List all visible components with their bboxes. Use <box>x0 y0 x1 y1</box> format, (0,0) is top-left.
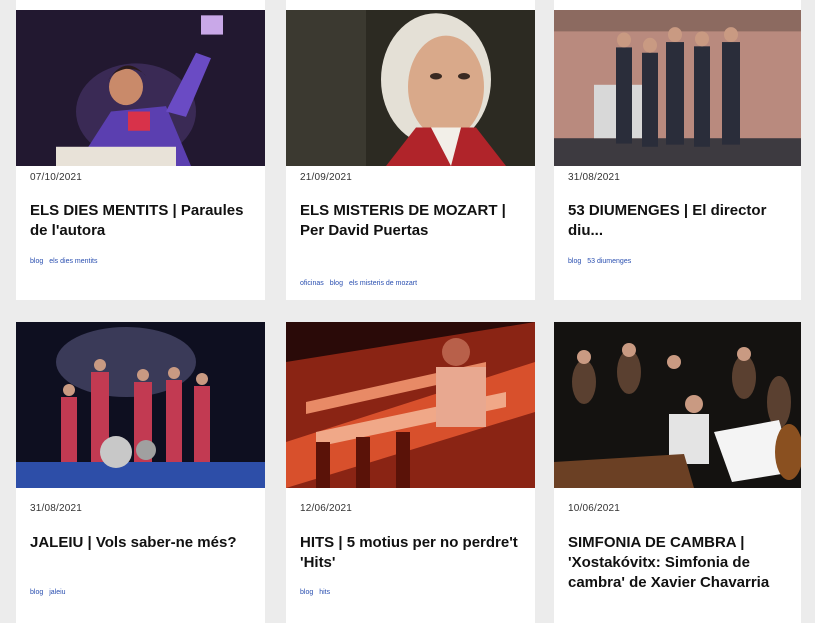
blog-card[interactable]: 07/10/2021 ELS DIES MENTITS | Paraules d… <box>16 0 265 300</box>
post-tags: blog jaleiu <box>30 589 66 596</box>
tag-link[interactable]: oficinas <box>300 280 324 287</box>
post-date: 21/09/2021 <box>300 172 353 183</box>
post-title[interactable]: ELS DIES MENTITS | Paraules de l'autora <box>30 201 255 241</box>
blog-card[interactable]: 12/06/2021 HITS | 5 motius per no perdre… <box>286 322 535 623</box>
post-tags: oficinas blog els misteris de mozart <box>300 280 417 287</box>
tag-link[interactable]: blog <box>568 258 581 265</box>
blog-card[interactable]: 10/06/2021 SIMFONIA DE CAMBRA | 'Xostakó… <box>554 322 801 623</box>
post-title[interactable]: 53 DIUMENGES | El director diu... <box>568 201 793 241</box>
post-title[interactable]: JALEIU | Vols saber-ne més? <box>30 533 255 553</box>
tag-link[interactable]: blog <box>30 589 43 596</box>
card-image-orchestra[interactable] <box>554 322 801 488</box>
tag-link[interactable]: blog <box>330 280 343 287</box>
card-image-band[interactable] <box>16 322 265 488</box>
post-title[interactable]: HITS | 5 motius per no perdre't 'Hits' <box>300 533 525 573</box>
tag-link[interactable]: jaleiu <box>49 589 65 596</box>
blog-grid: 07/10/2021 ELS DIES MENTITS | Paraules d… <box>0 0 815 623</box>
post-title[interactable]: ELS MISTERIS DE MOZART | Per David Puert… <box>300 201 525 241</box>
post-date: 31/08/2021 <box>30 503 83 514</box>
post-title[interactable]: SIMFONIA DE CAMBRA | 'Xostakóvitx: Simfo… <box>568 533 793 593</box>
tag-link[interactable]: blog <box>300 589 313 596</box>
post-tags: blog 53 diumenges <box>568 258 631 265</box>
tag-link[interactable]: els misteris de mozart <box>349 280 417 287</box>
card-image-stage-cast[interactable] <box>554 10 801 166</box>
post-date: 31/08/2021 <box>568 172 621 183</box>
blog-card[interactable]: 31/08/2021 JALEIU | Vols saber-ne més? b… <box>16 322 265 623</box>
tag-link[interactable]: blog <box>30 258 43 265</box>
post-tags: blog els dies mentits <box>30 258 97 265</box>
post-date: 07/10/2021 <box>30 172 83 183</box>
post-date: 12/06/2021 <box>300 503 353 514</box>
post-tags: blog hits <box>300 589 330 596</box>
card-image-actress[interactable] <box>16 10 265 166</box>
tag-link[interactable]: hits <box>319 589 330 596</box>
tag-link[interactable]: 53 diumenges <box>587 258 631 265</box>
blog-card[interactable]: 21/09/2021 ELS MISTERIS DE MOZART | Per … <box>286 0 535 300</box>
card-image-mozart-portrait[interactable] <box>286 10 535 166</box>
card-image-dancers[interactable] <box>286 322 535 488</box>
blog-card[interactable]: 31/08/2021 53 DIUMENGES | El director di… <box>554 0 801 300</box>
tag-link[interactable]: els dies mentits <box>49 258 97 265</box>
post-date: 10/06/2021 <box>568 503 621 514</box>
